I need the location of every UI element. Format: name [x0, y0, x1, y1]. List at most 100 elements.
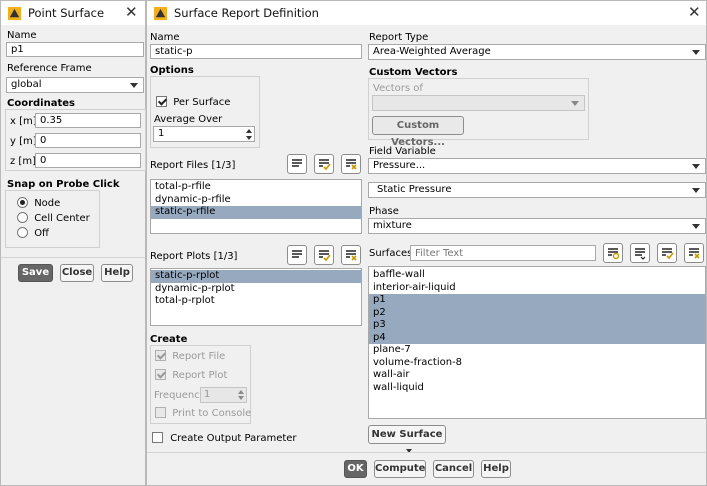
report-plots-label: Report Plots [1/3]: [150, 251, 238, 262]
average-over-stepper[interactable]: 1: [153, 126, 255, 142]
close-icon[interactable]: ✕: [688, 3, 701, 21]
report-files-deselect-all-icon[interactable]: [341, 154, 361, 174]
z-label: z [m]: [10, 156, 36, 167]
list-item[interactable]: p2: [369, 306, 705, 319]
phase-select[interactable]: mixture: [368, 218, 706, 234]
new-surface-label: New Surface: [371, 429, 443, 440]
report-file-label: Report File: [172, 350, 226, 362]
report-name-field[interactable]: static-p: [150, 44, 362, 59]
checkbox-icon: [156, 96, 167, 107]
list-item[interactable]: static-p-rfile: [151, 206, 361, 219]
list-item[interactable]: wall-liquid: [369, 382, 705, 395]
help-button[interactable]: Help: [101, 264, 133, 282]
snap-option-node[interactable]: Node: [17, 197, 60, 209]
snap-label: Snap on Probe Click: [7, 179, 120, 190]
surfaces-deselect-all-icon[interactable]: [684, 243, 704, 263]
list-item[interactable]: p4: [369, 331, 705, 344]
close-icon[interactable]: ✕: [125, 3, 138, 21]
checkbox-icon: [155, 369, 166, 380]
surfaces-label: Surfaces: [369, 248, 413, 259]
report-plot-checkbox[interactable]: Report Plot: [155, 369, 227, 381]
chevron-down-icon[interactable]: [246, 136, 252, 140]
reference-frame-value: global: [11, 79, 42, 90]
coordinates-label: Coordinates: [7, 98, 75, 109]
custom-vectors-button[interactable]: Custom Vectors...: [372, 116, 464, 148]
checkbox-icon: [155, 350, 166, 361]
cancel-button[interactable]: Cancel: [433, 460, 474, 478]
frequency-value: 1: [204, 389, 211, 400]
options-label: Options: [150, 65, 194, 76]
chevron-down-icon: [692, 50, 700, 55]
snap-option-cell-center[interactable]: Cell Center: [17, 212, 90, 224]
per-surface-checkbox[interactable]: Per Surface: [156, 96, 230, 108]
surfaces-list-icon[interactable]: [630, 243, 650, 263]
report-titlebar: Surface Report Definition ✕: [147, 1, 706, 25]
reference-frame-select[interactable]: global: [6, 77, 144, 93]
help-button[interactable]: Help: [481, 460, 511, 478]
report-files-label: Report Files [1/3]: [150, 160, 236, 171]
list-item[interactable]: interior-air-liquid: [369, 282, 705, 295]
list-item[interactable]: dynamic-p-rplot: [151, 283, 361, 296]
x-field[interactable]: 0.35: [35, 113, 141, 128]
point-surface-footer: [1, 257, 145, 258]
close-button[interactable]: Close: [60, 264, 94, 282]
list-item[interactable]: volume-fraction-8: [369, 357, 705, 370]
y-field[interactable]: 0: [35, 133, 141, 148]
phase-label: Phase: [369, 206, 399, 217]
print-console-checkbox[interactable]: Print to Console: [155, 407, 251, 419]
report-files-select-all-icon[interactable]: [314, 154, 334, 174]
list-item[interactable]: total-p-rplot: [151, 295, 361, 308]
surfaces-list: baffle-wall interior-air-liquid p1 p2 p3…: [368, 266, 706, 419]
field-variable-sub-select[interactable]: Static Pressure: [368, 182, 706, 198]
report-plot-label: Report Plot: [172, 369, 228, 381]
report-plots-deselect-all-icon[interactable]: [341, 245, 361, 265]
list-item[interactable]: plane-7: [369, 344, 705, 357]
list-item[interactable]: p3: [369, 319, 705, 332]
report-plots-select-all-icon[interactable]: [314, 245, 334, 265]
compute-button[interactable]: Compute: [374, 460, 426, 478]
list-item[interactable]: baffle-wall: [369, 269, 705, 282]
average-over-label: Average Over: [154, 114, 223, 125]
list-item[interactable]: wall-air: [369, 369, 705, 382]
frequency-stepper[interactable]: 1: [200, 387, 247, 403]
report-file-checkbox[interactable]: Report File: [155, 350, 225, 362]
z-field[interactable]: 0: [35, 153, 141, 168]
report-type-select[interactable]: Area-Weighted Average: [368, 44, 706, 60]
custom-vectors-label: Custom Vectors: [369, 67, 458, 78]
save-button[interactable]: Save: [18, 264, 53, 282]
ansys-fluent-icon: [7, 6, 22, 20]
field-variable-sub-value: Static Pressure: [377, 184, 452, 195]
create-output-checkbox[interactable]: Create Output Parameter: [152, 432, 297, 444]
phase-value: mixture: [373, 220, 412, 231]
list-item[interactable]: p1: [369, 294, 705, 307]
list-item[interactable]: static-p-rplot: [151, 270, 361, 283]
checkbox-icon: [155, 407, 166, 418]
chevron-down-icon[interactable]: [238, 396, 244, 400]
field-variable-value: Pressure...: [373, 160, 426, 171]
report-plots-list-icon[interactable]: [287, 245, 307, 265]
report-footer-divider: [147, 452, 706, 453]
create-label: Create: [150, 334, 188, 345]
field-variable-select[interactable]: Pressure...: [368, 158, 706, 174]
report-type-label: Report Type: [369, 32, 429, 43]
report-name-label: Name: [150, 32, 180, 43]
vectors-of-label: Vectors of: [373, 83, 423, 94]
surfaces-select-all-icon[interactable]: [657, 243, 677, 263]
chevron-up-icon[interactable]: [246, 129, 252, 133]
point-surface-dialog: Point Surface ✕ Name p1 Reference Frame …: [0, 0, 146, 486]
chevron-down-icon: [571, 101, 579, 106]
list-item[interactable]: total-p-rfile: [151, 181, 361, 194]
new-surface-button[interactable]: New Surface: [368, 425, 446, 453]
list-item[interactable]: dynamic-p-rfile: [151, 194, 361, 207]
ok-button[interactable]: OK: [344, 460, 367, 478]
surfaces-filter-input[interactable]: [410, 245, 596, 261]
report-files-list-icon[interactable]: [287, 154, 307, 174]
snap-option-off[interactable]: Off: [17, 227, 49, 239]
vectors-of-select[interactable]: [372, 95, 585, 111]
chevron-up-icon[interactable]: [238, 390, 244, 394]
create-output-label: Create Output Parameter: [170, 432, 297, 444]
checkbox-icon: [152, 432, 163, 443]
radio-icon: [17, 197, 28, 208]
surfaces-filter-icon[interactable]: [603, 243, 623, 263]
name-field[interactable]: p1: [6, 42, 144, 57]
